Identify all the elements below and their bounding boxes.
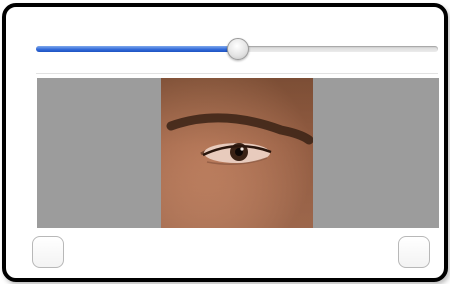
image-viewer [37,78,439,228]
right-checkbox[interactable] [398,236,430,268]
face-eye-photo [161,78,313,228]
app-frame [2,3,448,282]
left-checkbox[interactable] [32,236,64,268]
slider-thumb[interactable] [227,38,249,60]
slider-fill [36,46,237,52]
zoom-slider[interactable] [36,35,438,63]
divider [36,73,438,74]
